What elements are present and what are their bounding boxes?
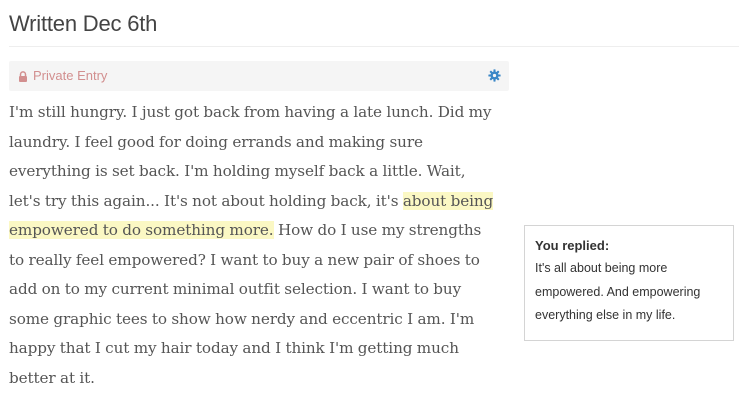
title-divider — [9, 46, 739, 47]
entry-privacy-bar: Private Entry — [9, 61, 509, 91]
private-entry-label: Private Entry — [33, 68, 108, 83]
gear-icon[interactable] — [488, 69, 501, 82]
reply-title: You replied: — [535, 238, 610, 253]
entry-text-part: How do I use my strengths to really feel… — [9, 221, 482, 387]
reply-text: It's all about being more empowered. And… — [535, 261, 701, 322]
lock-icon — [19, 71, 27, 82]
entry-body: I'm still hungry. I just got back from h… — [9, 98, 499, 393]
reply-box: You replied: It's all about being more e… — [524, 225, 734, 341]
page-title: Written Dec 6th — [9, 11, 158, 36]
